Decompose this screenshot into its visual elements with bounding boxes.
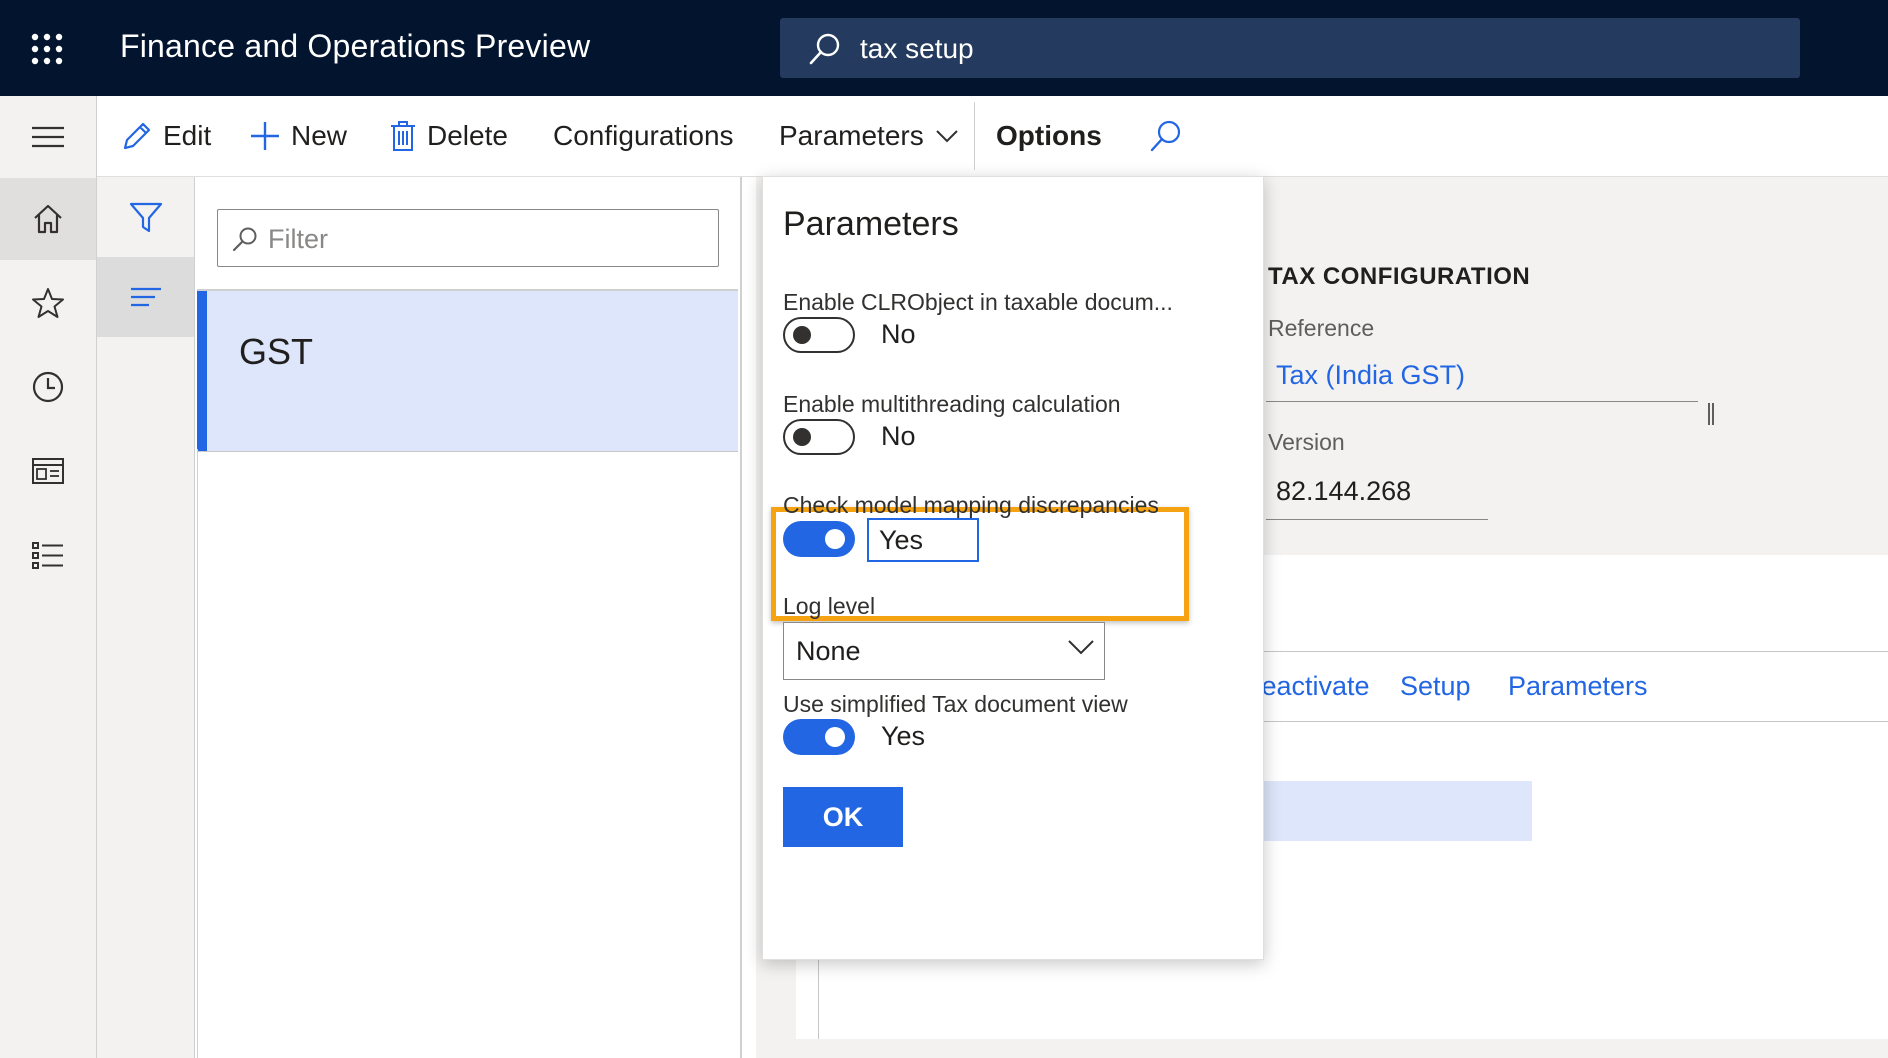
simplified-view-label: Use simplified Tax document view (783, 691, 1128, 717)
delete-label: Delete (427, 120, 508, 151)
simplified-view-value: Yes (881, 721, 926, 751)
configurations-label: Configurations (553, 120, 734, 151)
star-icon[interactable] (0, 262, 96, 344)
pencil-icon (121, 120, 153, 152)
configurations-button[interactable]: Configurations (553, 118, 734, 154)
parameters-button[interactable]: Parameters (1508, 671, 1648, 702)
enable-clrobject-value: No (881, 319, 916, 349)
workspace-icon[interactable] (0, 430, 96, 512)
edit-button[interactable]: Edit (121, 118, 211, 154)
filter-column (97, 177, 195, 1058)
list-item[interactable]: GST (197, 289, 738, 452)
delete-button[interactable]: Delete (389, 118, 508, 154)
reference-underline (1266, 401, 1698, 402)
version-label: Version (1268, 429, 1345, 455)
log-level-label: Log level (783, 593, 876, 619)
plus-icon (249, 120, 281, 152)
parameters-menu-button[interactable]: Parameters (779, 118, 958, 154)
global-search-input[interactable]: tax setup (780, 18, 1800, 78)
check-model-mapping-toggle[interactable] (783, 521, 855, 557)
toggle-knob (793, 428, 811, 446)
trash-icon (389, 120, 417, 152)
toggle-knob (793, 326, 811, 344)
version-value: 82.144.268 (1276, 476, 1412, 506)
clock-icon[interactable] (0, 346, 96, 428)
tax-configuration-heading: TAX CONFIGURATION (1268, 263, 1531, 290)
app-launcher-icon[interactable] (30, 32, 64, 66)
check-model-mapping-label: Check model mapping discrepancies (783, 492, 1159, 518)
enable-clrobject-label: Enable CLRObject in taxable docum... (783, 289, 1173, 315)
chevron-down-icon (1068, 639, 1094, 655)
search-icon (808, 32, 842, 66)
left-navigation (0, 96, 97, 1058)
ok-button[interactable]: OK (783, 787, 903, 847)
filter-input[interactable]: Filter (217, 209, 719, 267)
enable-multithreading-value: No (881, 421, 916, 451)
grid-selected-row[interactable] (1236, 781, 1532, 841)
log-level-value: None (796, 636, 861, 666)
enable-clrobject-toggle[interactable] (783, 317, 855, 353)
setup-button[interactable]: Setup (1400, 671, 1471, 702)
selection-indicator (197, 291, 207, 451)
top-bar: Finance and Operations Preview tax setup (0, 0, 1888, 96)
list-item-label: GST (239, 331, 314, 372)
enable-multithreading-toggle[interactable] (783, 419, 855, 455)
chevron-down-icon (936, 129, 958, 143)
action-search-icon[interactable] (1149, 118, 1183, 154)
parameters-label: Parameters (779, 120, 924, 151)
new-label: New (291, 120, 348, 151)
list-icon[interactable] (0, 514, 96, 596)
toggle-knob (825, 727, 845, 747)
menu-icon[interactable] (0, 96, 96, 178)
options-label: Options (996, 120, 1102, 151)
home-icon[interactable] (0, 178, 96, 260)
simplified-view-toggle[interactable] (783, 719, 855, 755)
app-title: Finance and Operations Preview (120, 28, 591, 64)
version-underline (1266, 519, 1488, 520)
search-icon (232, 226, 258, 252)
list-panel: Filter GST (195, 177, 742, 1058)
splitter-handle[interactable] (1708, 403, 1714, 425)
new-button[interactable]: New (249, 118, 347, 154)
value-text: Yes (879, 525, 924, 555)
reference-link[interactable]: Tax (India GST) (1276, 360, 1465, 391)
enable-multithreading-label: Enable multithreading calculation (783, 391, 1121, 417)
check-model-mapping-value: Yes (867, 518, 979, 562)
toggle-knob (825, 529, 845, 549)
flyout-title: Parameters (783, 205, 959, 243)
filter-icon[interactable] (97, 177, 194, 257)
log-level-dropdown[interactable]: None (783, 622, 1105, 680)
search-value: tax setup (860, 33, 974, 64)
bottom-band (796, 1039, 1888, 1058)
filter-placeholder: Filter (268, 224, 328, 254)
list-empty-area (197, 449, 739, 1058)
edit-label: Edit (163, 120, 212, 151)
reference-label: Reference (1268, 315, 1375, 341)
parameters-flyout: Parameters Enable CLRObject in taxable d… (762, 176, 1264, 960)
action-separator (974, 102, 975, 170)
action-pane: Edit New Delete Configurations Parameter… (97, 96, 1888, 177)
list-view-icon[interactable] (97, 257, 194, 337)
options-tab[interactable]: Options (996, 118, 1102, 154)
